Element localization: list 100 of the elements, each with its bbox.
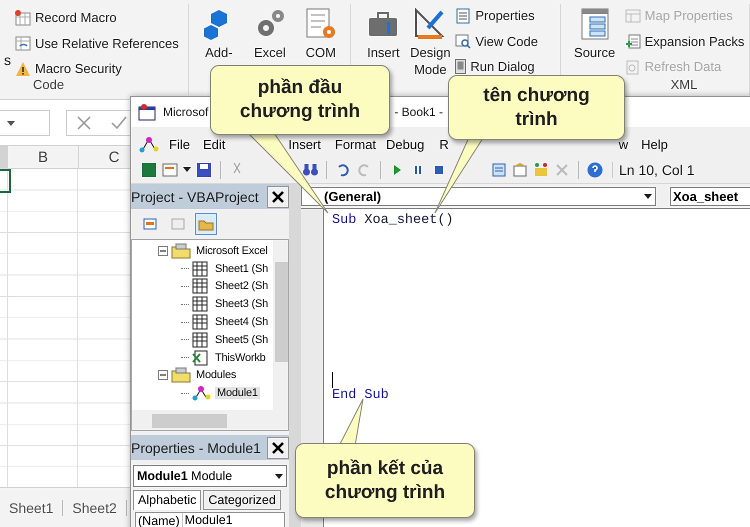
properties-window-icon	[512, 162, 528, 178]
project-explorer-icon	[491, 162, 507, 178]
ribbon-label: s	[4, 52, 11, 68]
tree-item[interactable]: Sheet3 (Sh	[213, 298, 270, 310]
sheet-icon	[192, 260, 210, 277]
properties-icon	[455, 8, 472, 24]
code-line: End Sub	[332, 388, 390, 405]
close-icon	[271, 440, 285, 454]
folder-icon	[171, 242, 191, 259]
object-dropdown[interactable]: Module1 Module	[133, 465, 287, 487]
ribbon-button[interactable]: Excel	[248, 8, 292, 61]
scrollbar[interactable]	[132, 410, 288, 430]
ribbon-command[interactable]: Run Dialog	[455, 56, 538, 78]
checklist-gear-icon	[304, 8, 337, 40]
cancel-icon	[77, 116, 91, 130]
xml-source-icon	[578, 8, 611, 40]
ribbon-command[interactable]: View Code	[455, 30, 538, 52]
group-label: XML	[670, 77, 698, 92]
ruler-pencil-icon	[414, 8, 446, 40]
ribbon-command[interactable]: Expansion Packs	[624, 30, 744, 52]
sheet-icon	[192, 278, 210, 294]
form-icon	[162, 162, 178, 178]
menu-item[interactable]: R	[439, 137, 449, 152]
ribbon-command[interactable]: Properties	[455, 5, 538, 26]
collapse-icon	[158, 246, 168, 256]
text-cursor	[332, 372, 333, 388]
save-icon	[196, 162, 212, 178]
menu-item[interactable]: Format	[334, 137, 376, 152]
vba-menu-icon	[139, 136, 159, 154]
collapse-icon	[158, 370, 168, 380]
ribbon-button[interactable]: Insert	[361, 8, 406, 61]
panel-title: Project - VBAProject	[131, 184, 289, 209]
property-value[interactable]: Module1	[182, 513, 233, 527]
properties-tab[interactable]: Categorized	[203, 490, 281, 510]
tree-item[interactable]: ThisWorkb	[213, 352, 268, 364]
close-button[interactable]	[267, 186, 289, 208]
tree-item[interactable]: Sheet5 (Sh	[213, 334, 270, 346]
close-icon	[271, 190, 285, 204]
close-button[interactable]	[267, 436, 289, 458]
binoculars-icon	[303, 164, 318, 176]
cursor-position: Ln 10, Col 1	[612, 162, 694, 178]
tree-item[interactable]: Module1	[215, 387, 260, 400]
ribbon-button[interactable]: Design Mode	[409, 8, 452, 78]
workbook-icon	[192, 350, 210, 366]
object-dropdown[interactable]: (General)	[301, 186, 656, 206]
sheet-icon	[192, 314, 210, 330]
object-browser-icon	[533, 162, 549, 178]
warning-icon	[15, 60, 31, 77]
sheet-icon	[192, 296, 210, 312]
procedure-dropdown[interactable]: Xoa_sheet	[670, 186, 750, 206]
menu-item[interactable]: File	[169, 137, 190, 152]
code-window-icon	[171, 218, 185, 230]
dropdown-caret-icon	[6, 118, 16, 126]
check-icon	[111, 116, 127, 130]
ribbon-button[interactable]: COM	[299, 8, 342, 61]
menu-item[interactable]: Edit	[202, 137, 226, 152]
module-icon	[192, 385, 212, 402]
app-icon	[137, 103, 157, 121]
relative-reference-icon	[15, 35, 31, 52]
scrollbar[interactable]	[273, 240, 288, 410]
panel-title: Properties - Module1	[131, 435, 289, 460]
expansion-packs-icon	[624, 33, 641, 50]
map-properties-icon	[624, 8, 641, 24]
properties-tab[interactable]: Alphabetic	[133, 490, 202, 510]
tree-item[interactable]: Sheet4 (Sh	[213, 316, 270, 328]
dialog-icon	[455, 59, 466, 74]
ribbon-button[interactable]: Add-	[197, 8, 240, 61]
code-line: Sub Xoa_sheet()	[332, 213, 455, 230]
ribbon-button[interactable]: Source	[570, 8, 619, 61]
dropdown-caret-icon	[183, 167, 191, 172]
column-header[interactable]: B	[8, 146, 79, 168]
selected-cell[interactable]	[0, 169, 11, 193]
sheet-tab[interactable]: Sheet2	[63, 500, 127, 516]
ribbon-command[interactable]: Record Macro	[15, 7, 179, 28]
ribbon-command[interactable]: Macro Security	[15, 58, 179, 80]
tree-item[interactable]: Sheet2 (Sh	[213, 280, 270, 292]
macro-record-icon	[15, 10, 31, 26]
refresh-data-icon	[624, 58, 641, 75]
ribbon-command[interactable]: Use Relative References	[15, 32, 179, 54]
folder-icon	[171, 367, 191, 384]
callout: phần kết của chương trình	[295, 443, 475, 518]
toggle-folders-button[interactable]	[195, 213, 217, 235]
excel-icon	[141, 162, 157, 178]
view-code-icon	[455, 33, 472, 50]
tree-item[interactable]: Microsoft Excel	[194, 244, 270, 257]
tree-item[interactable]: Modules	[194, 369, 238, 382]
sheet-tab[interactable]: Sheet1	[0, 500, 64, 516]
sheet-icon	[192, 332, 210, 348]
tree-item[interactable]: Sheet1 (Sh	[213, 262, 270, 275]
callout: phần đầu chương trình	[210, 65, 390, 135]
menu-item[interactable]: w	[618, 137, 628, 152]
form-icon	[143, 218, 157, 230]
menu-item[interactable]: Help	[641, 137, 668, 152]
menu-item[interactable]: Insert	[288, 137, 321, 152]
window-title: Microsof	[163, 105, 208, 119]
menu-item[interactable]: Debug	[386, 137, 424, 152]
help-icon	[587, 162, 603, 178]
group-label: Code	[33, 77, 64, 92]
window-title: - Book1 -	[394, 105, 444, 119]
folder-icon	[198, 218, 214, 230]
